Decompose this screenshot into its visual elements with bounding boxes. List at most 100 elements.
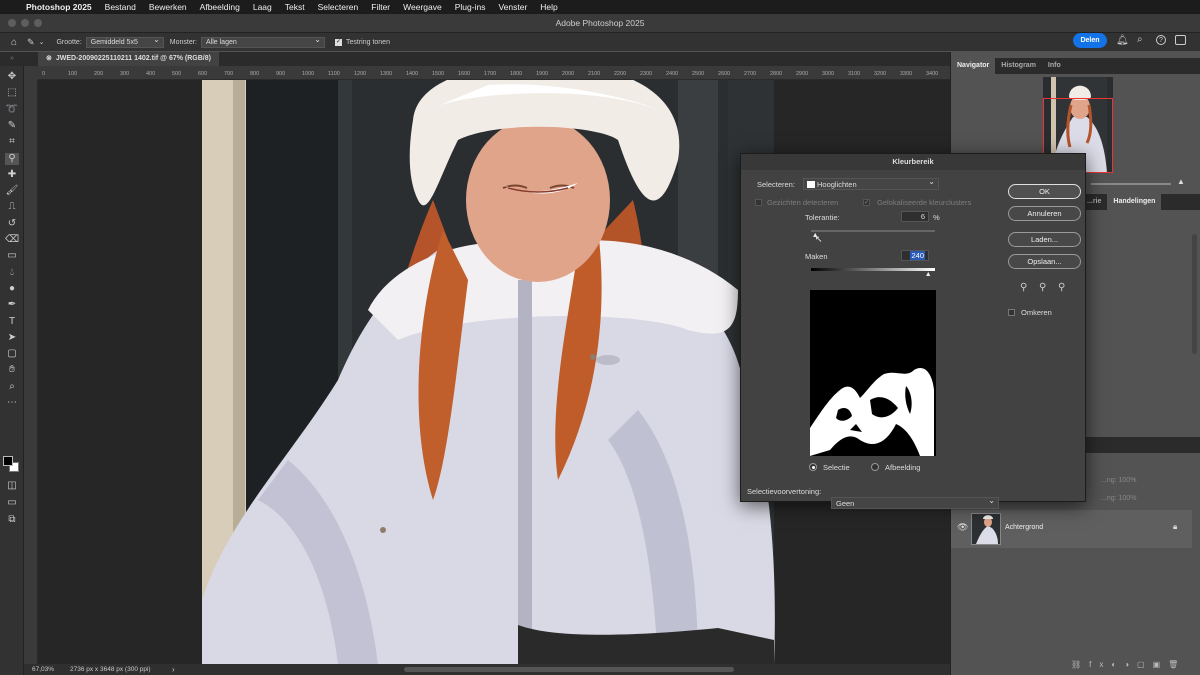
window-minimize-button[interactable] (21, 19, 29, 27)
radio-image[interactable] (871, 463, 879, 471)
radio-selection[interactable] (809, 463, 817, 471)
ruler-tick-label: 100 (68, 71, 78, 77)
menu-item-plug-ins[interactable]: Plug-ins (455, 2, 486, 12)
eraser-tool-icon[interactable]: ⌫ (5, 234, 19, 246)
blur-tool-icon[interactable]: 💧︎ (5, 267, 19, 279)
shape-tool-icon[interactable]: ▢ (5, 348, 19, 360)
window-close-button[interactable] (8, 19, 16, 27)
lasso-tool-icon[interactable]: ➰ (5, 104, 19, 116)
tools-panel-grip[interactable]: » (0, 52, 24, 66)
history-brush-tool-icon[interactable]: ↺ (5, 218, 19, 230)
eyedropper-preset-icon[interactable]: ✎ (27, 37, 35, 48)
menu-item-afbeelding[interactable]: Afbeelding (200, 2, 240, 12)
menu-item-laag[interactable]: Laag (253, 2, 272, 12)
hand-tool-icon[interactable]: ✋︎ (5, 364, 19, 376)
type-tool-icon[interactable]: T (5, 316, 19, 328)
close-tab-icon[interactable]: ⊗ (46, 55, 52, 62)
tab-histogram[interactable]: Histogram (995, 58, 1042, 74)
tab-actions[interactable]: Handelingen (1107, 194, 1162, 210)
invert-checkbox[interactable] (1008, 309, 1015, 316)
tab-navigator[interactable]: Navigator (951, 58, 996, 74)
bell-icon[interactable]: 🔔︎ (1116, 35, 1129, 46)
preview-dropdown[interactable]: Geen (831, 495, 999, 509)
tolerance-slider-track[interactable] (811, 230, 935, 232)
share-button[interactable]: Delen (1073, 33, 1107, 48)
menu-items: Bestand Bewerken Afbeelding Laag Tekst Select… (105, 2, 571, 12)
layers-footer: ⛓fx◐◑▢▣🗑︎ (1071, 660, 1187, 669)
ruler-tick-label: 1900 (536, 71, 549, 77)
more-tools-icon[interactable]: ⋯ (5, 397, 19, 409)
search-icon[interactable]: ⌕ (1137, 34, 1143, 45)
options-bar: ⌂ ✎ ⌄ Grootte: Gemiddeld 5x5 Monster: Al… (0, 32, 1200, 51)
layer-name: Achtergrond (1005, 524, 1044, 531)
tolerance-field[interactable]: 6 (901, 211, 929, 222)
visibility-eye-icon[interactable]: 👁︎ (957, 522, 968, 533)
menu-item-weergave[interactable]: Weergave (403, 2, 442, 12)
sample-select[interactable]: Alle lagen (201, 35, 325, 48)
selection-preview[interactable] (810, 290, 936, 456)
actions-scrollbar[interactable] (1192, 234, 1197, 354)
maken-field-value: 240 (910, 251, 925, 260)
menu-item-venster[interactable]: Venster (498, 2, 527, 12)
marquee-tool-icon[interactable]: ⬚ (5, 87, 19, 99)
localized-clusters-checkbox[interactable]: ✓ (863, 199, 870, 206)
menu-item-help[interactable]: Help (540, 2, 557, 12)
foreground-color-swatch[interactable] (3, 456, 13, 466)
pen-tool-icon[interactable]: ✒ (5, 299, 19, 311)
menu-app-name[interactable]: Photoshop 2025 (26, 2, 92, 12)
select-dropdown[interactable]: Hooglichten (803, 176, 939, 190)
path-select-tool-icon[interactable]: ➤ (5, 332, 19, 344)
brush-tool-icon[interactable]: 🖌︎ (5, 185, 19, 197)
navigator-zoom-slider[interactable] (1091, 183, 1171, 185)
home-icon[interactable]: ⌂ (11, 37, 17, 48)
eyedropper-plus-icon[interactable]: ⚲ (1039, 282, 1046, 293)
crop-tool-icon[interactable]: ⌗ (5, 136, 19, 148)
quick-select-tool-icon[interactable]: ✎ (5, 120, 19, 132)
detect-faces-checkbox[interactable] (755, 199, 762, 206)
zoom-level[interactable]: 67,03% (32, 666, 54, 673)
maken-field[interactable]: 240 (901, 250, 929, 261)
layer-row[interactable]: 👁︎ Achtergrond 🔒︎ (951, 510, 1192, 548)
tab-info[interactable]: Info (1042, 58, 1067, 74)
menu-item-bestand[interactable]: Bestand (105, 2, 136, 12)
document-tab[interactable]: ⊗ JWED-20090225110211 1402.tif @ 67% (RGB… (38, 52, 219, 66)
color-swatches[interactable] (3, 456, 21, 474)
horizontal-ruler: 0 100 200 300 400 500 600 700 800 900 1000 1100 1200… (38, 66, 950, 80)
navigator-zoom-in-icon[interactable]: ▲ (1177, 177, 1185, 186)
size-select[interactable]: Gemiddeld 5x5 (85, 35, 164, 48)
maken-slider-thumb[interactable]: ▲ (925, 271, 932, 278)
ring-checkbox[interactable]: ✓ (335, 38, 342, 46)
preview-dropdown-value: Geen (836, 499, 855, 508)
screen-mode-icon[interactable]: ▭ (5, 497, 19, 509)
save-button[interactable]: Opslaan... (1008, 254, 1081, 269)
clone-stamp-tool-icon[interactable]: ⎍ (5, 201, 19, 213)
preset-chevron-icon[interactable]: ⌄ (39, 38, 45, 46)
eyedropper-minus-icon[interactable]: ⚲ (1058, 282, 1065, 293)
healing-tool-icon[interactable]: ✚ (5, 169, 19, 181)
radio-image-label: Afbeelding (885, 463, 921, 472)
help-icon[interactable]: ? (1156, 35, 1166, 45)
ruler-tick-label: 1300 (380, 71, 393, 77)
menu-item-tekst[interactable]: Tekst (285, 2, 305, 12)
frame-tool-icon[interactable]: ⧉ (5, 514, 19, 526)
quick-mask-icon[interactable]: ◫ (5, 480, 19, 492)
maken-gradient-slider[interactable] (811, 268, 935, 271)
cancel-button[interactable]: Annuleren (1008, 206, 1081, 221)
horizontal-scrollbar[interactable] (404, 667, 734, 672)
menu-item-selecteren[interactable]: Selecteren (318, 2, 359, 12)
menu-item-bewerken[interactable]: Bewerken (149, 2, 187, 12)
dodge-tool-icon[interactable]: ● (5, 283, 19, 295)
gradient-tool-icon[interactable]: ▭ (5, 250, 19, 262)
ok-button[interactable]: OK (1008, 184, 1081, 199)
window-zoom-button[interactable] (34, 19, 42, 27)
move-tool-icon[interactable]: ✥ (5, 71, 19, 83)
load-button[interactable]: Laden... (1008, 232, 1081, 247)
eyedropper-tool-icon[interactable]: ⚲ (5, 152, 19, 165)
zoom-tool-icon[interactable]: ⌕ (5, 381, 19, 393)
highlights-swatch (807, 181, 815, 188)
status-chevron-icon[interactable]: › (172, 665, 175, 674)
workspace-icon[interactable] (1175, 35, 1186, 45)
eyedropper-icon[interactable]: ⚲ (1020, 282, 1027, 293)
navigator-panel-tabs: Navigator Histogram Info (951, 58, 1200, 74)
menu-item-filter[interactable]: Filter (371, 2, 390, 12)
